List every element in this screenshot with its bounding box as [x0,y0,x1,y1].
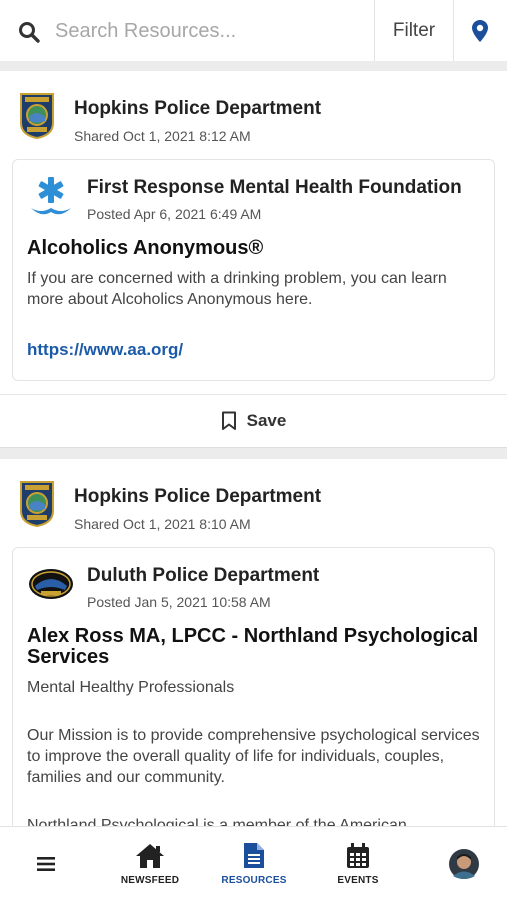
nav-events[interactable]: EVENTS [318,827,398,901]
calendar-icon [347,842,369,868]
shared-post: Hopkins Police Department Shared Oct 1, … [0,71,507,447]
profile-avatar[interactable] [446,827,482,901]
top-bar: Filter [0,0,507,62]
poster-name[interactable]: Hopkins Police Department [74,486,321,508]
nav-newsfeed[interactable]: NEWSFEED [110,827,190,901]
organization-name[interactable]: Duluth Police Department [87,565,319,587]
shared-post: Hopkins Police Department Shared Oct 1, … [0,459,507,826]
police-badge-logo [20,93,54,139]
search-input[interactable] [55,14,355,48]
shared-timestamp: Shared Oct 1, 2021 8:12 AM [74,128,251,144]
document-icon [244,843,264,868]
nav-events-label: EVENTS [337,874,379,886]
posted-timestamp: Posted Jan 5, 2021 10:58 AM [87,594,271,610]
resource-card[interactable]: First Response Mental Health Foundation … [12,159,495,381]
location-button[interactable] [452,0,507,61]
resource-title: Alcoholics Anonymous® [27,237,264,259]
poster-name[interactable]: Hopkins Police Department [74,98,321,120]
menu-button[interactable] [28,827,64,901]
hamburger-menu-icon [37,857,55,871]
save-label: Save [246,411,287,430]
resource-feed[interactable]: Hopkins Police Department Shared Oct 1, … [0,61,507,826]
resource-card[interactable]: Duluth Police Department Posted Jan 5, 2… [12,547,495,826]
police-patch-logo [29,569,73,599]
star-of-life-logo [31,177,71,215]
resource-link[interactable]: https://www.aa.org/ [27,340,480,360]
search-icon[interactable] [17,20,41,44]
avatar [449,849,479,879]
filter-label: Filter [392,19,436,41]
organization-name[interactable]: First Response Mental Health Foundation [87,177,462,199]
filter-button[interactable]: Filter [374,0,454,61]
nav-resources-label: RESOURCES [221,875,287,886]
post-header: Hopkins Police Department Shared Oct 1, … [0,71,507,159]
bookmark-icon [221,411,236,430]
resource-description-continued: Northland Psychological is a member of t… [27,817,407,826]
nav-newsfeed-label: NEWSFEED [120,874,180,886]
location-pin-icon [471,19,488,42]
bottom-navigation: NEWSFEED RESOURCES EVENTS [0,826,507,901]
feed-spacer [0,61,507,71]
resource-description: If you are concerned with a drinking pro… [27,270,447,308]
shared-timestamp: Shared Oct 1, 2021 8:10 AM [74,516,251,532]
nav-resources[interactable]: RESOURCES [214,827,294,901]
police-badge-logo [20,481,54,527]
resource-title: Alex Ross MA, LPCC - Northland Psycholog… [27,625,479,668]
save-button[interactable]: Save [0,394,507,447]
posted-timestamp: Posted Apr 6, 2021 6:49 AM [87,206,262,222]
resource-subtitle: Mental Healthy Professionals [27,679,235,696]
home-icon [136,843,164,868]
post-header: Hopkins Police Department Shared Oct 1, … [0,459,507,547]
resource-description: Our Mission is to provide comprehensive … [27,727,480,786]
post-divider [0,447,507,459]
card-spacer [0,381,507,394]
